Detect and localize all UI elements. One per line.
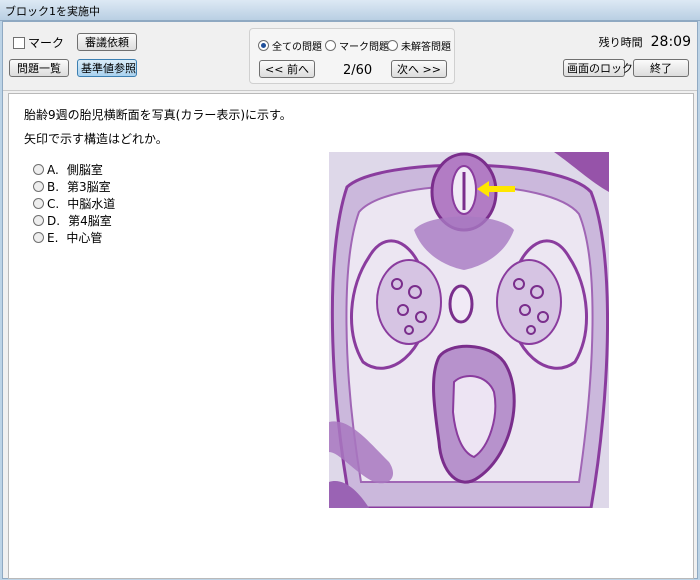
remaining-time-label: 残り時間 <box>598 36 643 49</box>
reference-values-button[interactable]: 基準値参照 <box>77 59 137 77</box>
radio-unselected[interactable] <box>325 40 336 51</box>
answer-choices: A. 側脳室 B. 第3脳室 C. 中脳水道 D. 第4脳室 E. 中心管 <box>33 161 115 246</box>
histology-image <box>329 152 609 508</box>
screen-lock-button[interactable]: 画面のロック <box>563 59 633 77</box>
navigation-panel: 全ての問題 マーク問題 未解答問題 << 前へ 2/60 次へ >> <box>249 28 455 84</box>
question-counter: 2/60 <box>343 63 373 78</box>
end-button[interactable]: 終了 <box>633 59 689 77</box>
choice-letter: C. <box>47 196 60 211</box>
choice-text: 中心管 <box>66 231 103 245</box>
deliberation-button[interactable]: 審議依頼 <box>77 33 137 51</box>
choice-text: 第3脳室 <box>67 180 111 194</box>
radio-unselected[interactable] <box>387 40 398 51</box>
filter-all[interactable]: 全ての問題 <box>258 38 322 53</box>
radio-selected[interactable] <box>258 40 269 51</box>
choice-letter: D. <box>47 213 61 228</box>
next-button[interactable]: 次へ >> <box>391 60 447 78</box>
checkbox-box[interactable] <box>13 36 25 49</box>
choice-c[interactable]: C. 中脳水道 <box>33 195 115 212</box>
histology-section-drawing <box>329 152 609 508</box>
choice-letter: A. <box>47 162 59 177</box>
question-line-2: 矢印で示す構造はどれか。 <box>24 132 168 146</box>
question-area: 胎齢9週の胎児横断面を写真(カラー表示)に示す。 矢印で示す構造はどれか。 A.… <box>8 93 694 579</box>
choice-text: 側脳室 <box>66 163 103 177</box>
filter-unanswered[interactable]: 未解答問題 <box>387 38 451 53</box>
filter-all-label: 全ての問題 <box>272 42 322 53</box>
choice-text: 中脳水道 <box>67 197 116 211</box>
title-bar: ブロック1を実施中 <box>0 0 700 21</box>
remaining-time: 残り時間 28:09 <box>599 34 691 50</box>
choice-d[interactable]: D. 第4脳室 <box>33 212 115 229</box>
choice-radio[interactable] <box>33 232 44 243</box>
remaining-time-value: 28:09 <box>650 34 691 50</box>
choice-b[interactable]: B. 第3脳室 <box>33 178 115 195</box>
filter-marked[interactable]: マーク問題 <box>325 38 389 53</box>
choice-text: 第4脳室 <box>68 214 112 228</box>
window-title: ブロック1を実施中 <box>5 5 100 18</box>
choice-radio[interactable] <box>33 181 44 192</box>
choice-letter: B. <box>47 179 60 194</box>
question-list-button[interactable]: 問題一覧 <box>9 59 69 77</box>
choice-a[interactable]: A. 側脳室 <box>33 161 115 178</box>
choice-radio[interactable] <box>33 198 44 209</box>
choice-e[interactable]: E. 中心管 <box>33 229 115 246</box>
toolbar: マーク 審議依頼 問題一覧 基準値参照 全ての問題 マーク問題 未解答問題 <<… <box>3 22 697 91</box>
filter-marked-label: マーク問題 <box>339 42 389 53</box>
choice-radio[interactable] <box>33 164 44 175</box>
question-text: 胎齢9週の胎児横断面を写真(カラー表示)に示す。 矢印で示す構造はどれか。 <box>24 103 292 151</box>
filter-unanswered-label: 未解答問題 <box>401 42 451 53</box>
prev-button[interactable]: << 前へ <box>259 60 315 78</box>
question-line-1: 胎齢9週の胎児横断面を写真(カラー表示)に示す。 <box>24 108 292 122</box>
mark-label: マーク <box>28 36 65 50</box>
choice-letter: E. <box>47 230 59 245</box>
app-window: マーク 審議依頼 問題一覧 基準値参照 全ての問題 マーク問題 未解答問題 <<… <box>2 21 698 579</box>
mark-checkbox[interactable]: マーク <box>13 34 64 51</box>
choice-radio[interactable] <box>33 215 44 226</box>
